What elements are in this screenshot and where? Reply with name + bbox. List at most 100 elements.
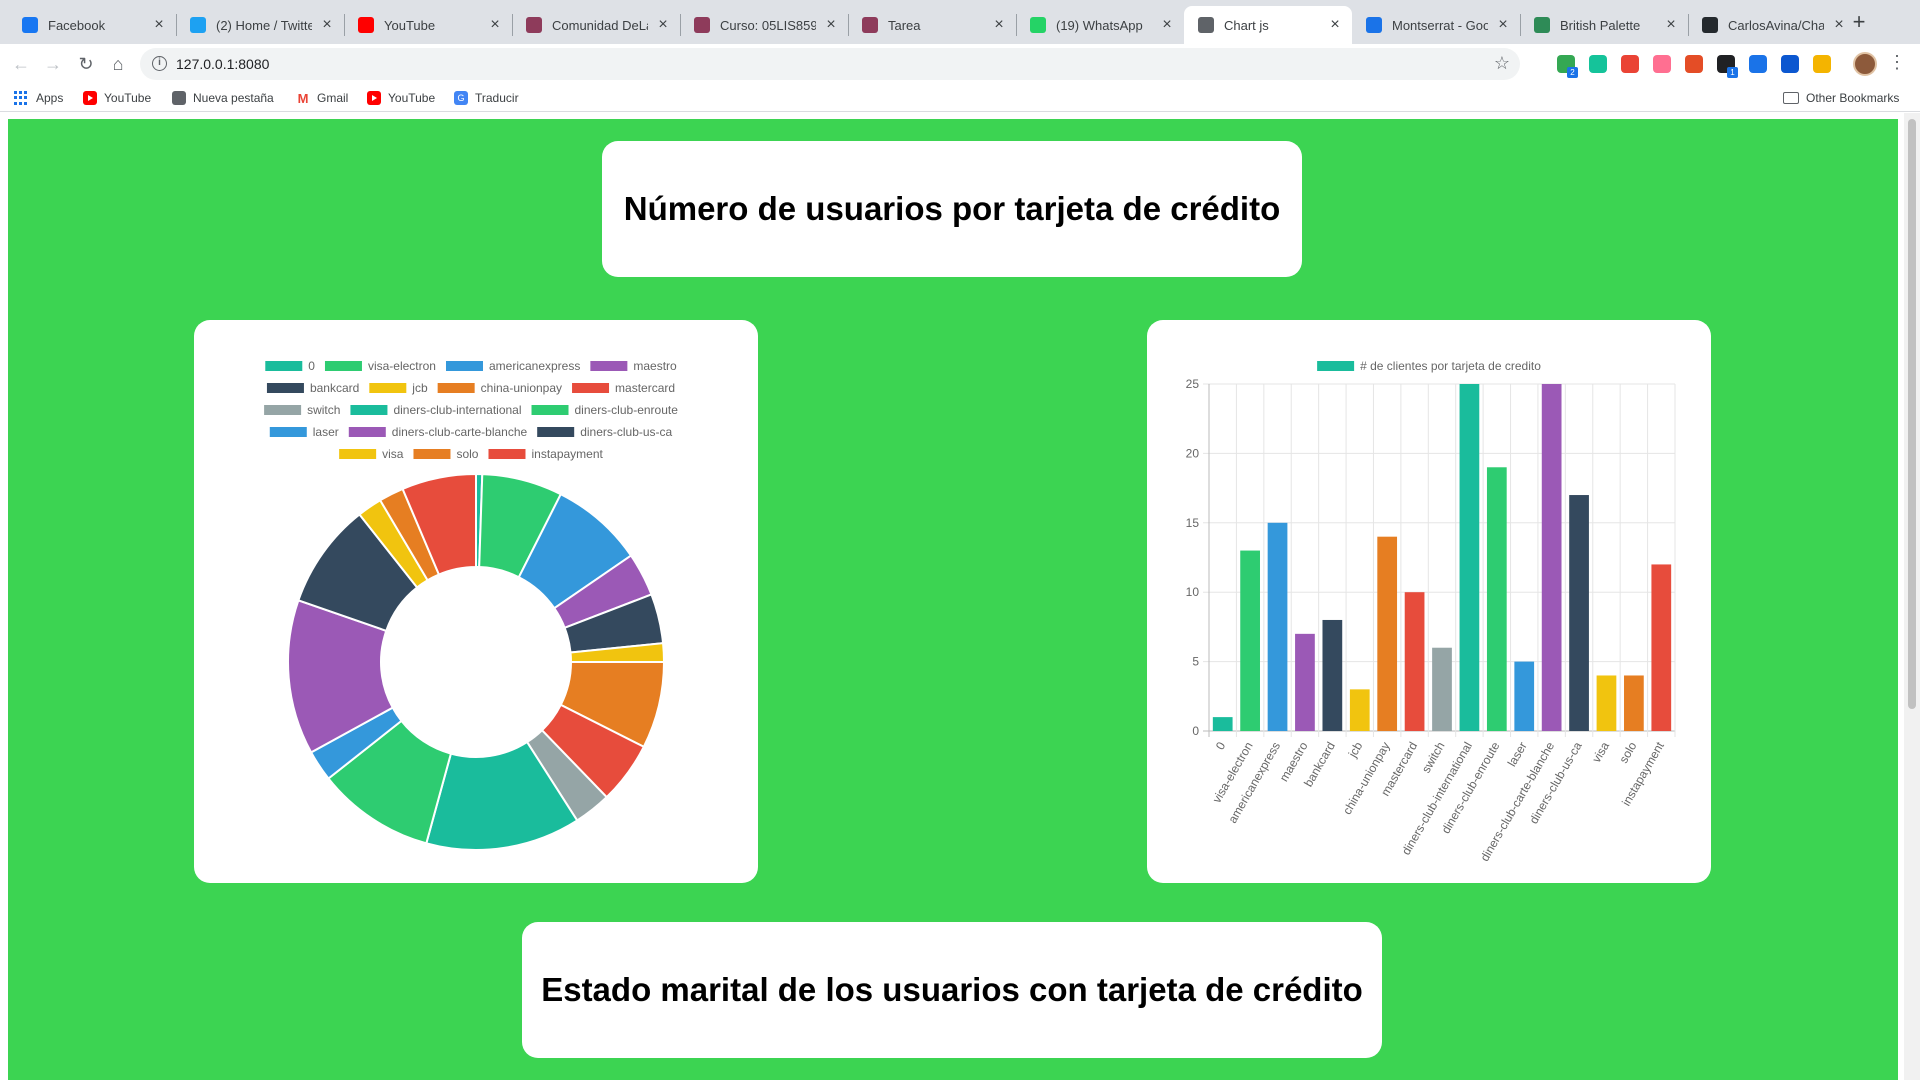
close-tab-icon[interactable]: ×	[1832, 16, 1846, 34]
legend-item[interactable]: laser	[269, 425, 339, 439]
legend-item[interactable]: jcb	[369, 381, 428, 395]
legend-label: visa-electron	[368, 359, 436, 373]
browser-tab[interactable]: (19) WhatsApp ×	[1016, 6, 1184, 44]
legend-item[interactable]: solo	[413, 447, 479, 461]
close-tab-icon[interactable]: ×	[152, 16, 166, 34]
bookmark-star-icon[interactable]: ☆	[1494, 53, 1510, 74]
bookmark-item[interactable]: YouTube	[83, 88, 151, 108]
reload-icon[interactable]: ↻	[74, 52, 98, 76]
extension-icon[interactable]	[1781, 55, 1799, 73]
legend-item[interactable]: visa	[339, 447, 404, 461]
y-tick-label: 20	[1186, 446, 1200, 460]
bar[interactable]	[1514, 661, 1535, 731]
bookmark-item[interactable]: Apps	[14, 88, 63, 108]
vertical-scrollbar[interactable]	[1904, 113, 1920, 1080]
other-bookmarks[interactable]: Other Bookmarks	[1783, 88, 1899, 108]
bar[interactable]	[1404, 592, 1425, 731]
site-info-icon[interactable]: i	[152, 56, 167, 71]
close-tab-icon[interactable]: ×	[1160, 16, 1174, 34]
extension-icon[interactable]	[1589, 55, 1607, 73]
legend-swatch	[437, 383, 475, 393]
scrollbar-thumb[interactable]	[1908, 119, 1916, 709]
legend-item[interactable]: china-unionpay	[437, 381, 562, 395]
bar[interactable]	[1541, 384, 1562, 731]
bar[interactable]	[1432, 647, 1452, 731]
browser-tab[interactable]: Chart js ×	[1184, 6, 1352, 44]
bar-legend-item[interactable]: # de clientes por tarjeta de credito	[1317, 359, 1541, 373]
close-tab-icon[interactable]: ×	[320, 16, 334, 34]
bar[interactable]	[1267, 522, 1288, 731]
bar[interactable]	[1459, 384, 1480, 731]
bar[interactable]	[1569, 495, 1589, 731]
tab-separator	[1016, 14, 1017, 36]
close-tab-icon[interactable]: ×	[656, 16, 670, 34]
bar-chart-card: # de clientes por tarjeta de credito 0 5 10…	[1147, 320, 1711, 883]
bar[interactable]	[1212, 717, 1233, 731]
doughnut-chart[interactable]: 0 visa-electron americanexpress maestro bank…	[194, 320, 758, 883]
close-tab-icon[interactable]: ×	[824, 16, 838, 34]
legend-item[interactable]: switch	[264, 403, 340, 417]
bar[interactable]	[1349, 689, 1370, 731]
legend-item[interactable]: bankcard	[266, 381, 359, 395]
bar[interactable]	[1486, 467, 1507, 731]
browser-tab[interactable]: YouTube ×	[344, 6, 512, 44]
triangle-logo-icon	[862, 17, 878, 33]
legend-item[interactable]: diners-club-international	[350, 403, 522, 417]
legend-label: bankcard	[310, 381, 359, 395]
back-arrow-icon[interactable]: ←	[9, 52, 33, 76]
extension-icon[interactable]	[1685, 55, 1703, 73]
bookmark-item[interactable]: M Gmail	[296, 88, 349, 108]
legend-item[interactable]: 0	[265, 359, 315, 373]
bar[interactable]	[1596, 675, 1617, 731]
legend-item[interactable]: diners-club-us-ca	[537, 425, 673, 439]
close-tab-icon[interactable]: ×	[1328, 16, 1342, 34]
bar[interactable]	[1295, 633, 1315, 731]
legend-item[interactable]: diners-club-carte-blanche	[348, 425, 528, 439]
new-tab-button[interactable]: +	[1847, 10, 1871, 34]
close-tab-icon[interactable]: ×	[1664, 16, 1678, 34]
forward-arrow-icon[interactable]: →	[41, 52, 65, 76]
browser-tab[interactable]: Facebook ×	[8, 6, 176, 44]
legend-item[interactable]: instapayment	[488, 447, 604, 461]
browser-tab[interactable]: Montserrat - Goog ×	[1352, 6, 1520, 44]
legend-item[interactable]: americanexpress	[445, 359, 580, 373]
bar-chart[interactable]: # de clientes por tarjeta de credito 0 5 10…	[1147, 320, 1711, 883]
extension-icon[interactable]	[1813, 55, 1831, 73]
x-tick-label: jcb	[1345, 739, 1365, 760]
legend-label: diners-club-international	[393, 403, 521, 417]
bar[interactable]	[1624, 675, 1644, 731]
extension-icon[interactable]	[1653, 55, 1671, 73]
extension-badge: 1	[1727, 67, 1738, 78]
bar[interactable]	[1651, 564, 1672, 731]
bookmark-item[interactable]: G Traducir	[454, 88, 519, 108]
browser-tab[interactable]: (2) Home / Twitter ×	[176, 6, 344, 44]
legend-item[interactable]: diners-club-enroute	[531, 403, 679, 417]
x-tick-label: 0	[1213, 739, 1229, 752]
browser-tab[interactable]: CarlosAvina/Char ×	[1688, 6, 1856, 44]
browser-tab[interactable]: British Palette ×	[1520, 6, 1688, 44]
bar[interactable]	[1377, 536, 1398, 731]
legend-item[interactable]: maestro	[590, 359, 677, 373]
bar[interactable]	[1240, 550, 1260, 731]
bookmark-item[interactable]: Nueva pestaña	[172, 88, 274, 108]
more-menu-icon[interactable]: ⋮	[1888, 52, 1906, 73]
close-tab-icon[interactable]: ×	[488, 16, 502, 34]
bar[interactable]	[1322, 619, 1343, 731]
browser-tab[interactable]: Tarea ×	[848, 6, 1016, 44]
tab-title: Comunidad DeLaf	[552, 17, 648, 33]
extension-icon[interactable]	[1621, 55, 1639, 73]
close-tab-icon[interactable]: ×	[1496, 16, 1510, 34]
profile-avatar[interactable]	[1853, 52, 1877, 76]
extension-icon[interactable]	[1749, 55, 1767, 73]
legend-label: visa	[382, 447, 404, 461]
browser-tab[interactable]: Comunidad DeLaf ×	[512, 6, 680, 44]
browser-tab[interactable]: Curso: 05LIS859 ×	[680, 6, 848, 44]
bookmark-item[interactable]: YouTube	[367, 88, 435, 108]
legend-item[interactable]: visa-electron	[324, 359, 436, 373]
legend-item[interactable]: mastercard	[572, 381, 675, 395]
close-tab-icon[interactable]: ×	[992, 16, 1006, 34]
home-icon[interactable]: ⌂	[106, 52, 130, 76]
browser-toolbar: ← → ↻ ⌂ i 127.0.0.1:8080 ☆ 2 1 ⋮	[0, 44, 1920, 84]
address-bar[interactable]: i 127.0.0.1:8080 ☆	[140, 48, 1520, 80]
palette-icon	[1534, 17, 1550, 33]
